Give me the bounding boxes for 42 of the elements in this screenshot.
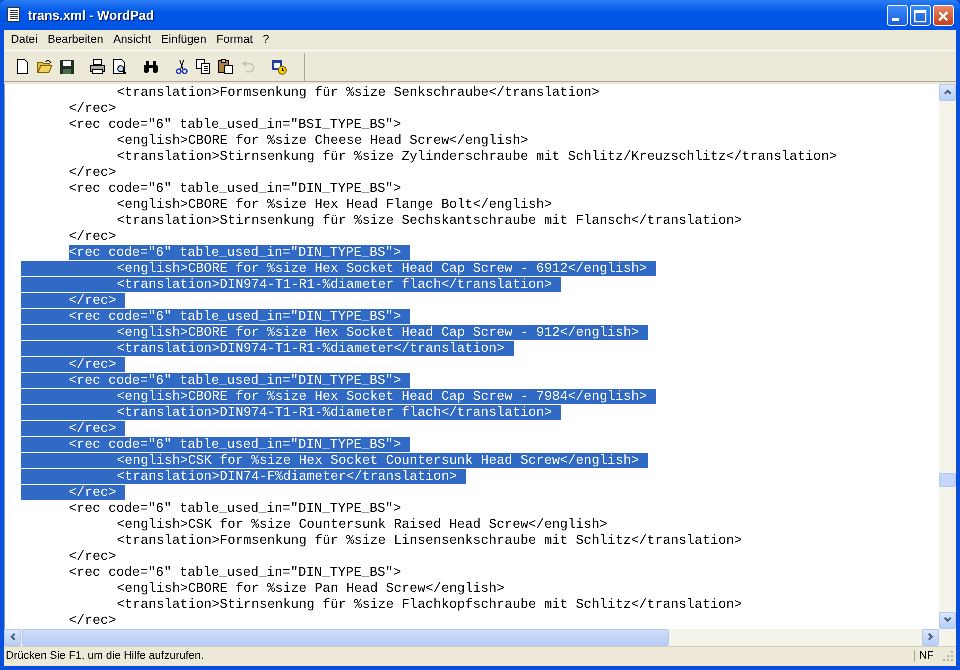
scroll-thumb[interactable] xyxy=(939,472,956,486)
code-line: <english>CBORE for %size Cheese Head Screw</english> xyxy=(117,132,529,148)
code-line: <english>CBORE for %size Pan Head Screw</english> xyxy=(117,580,505,596)
code-line: <rec code="6" table_used_in="DIN_TYPE_BS"> xyxy=(69,564,402,580)
status-message: Drücken Sie F1, um die Hilfe aufzurufen. xyxy=(6,650,204,662)
code-line: <translation>Formsenkung für %size Linsensenkschraube mit Schlitz</translation> xyxy=(117,532,742,548)
resize-grip-icon xyxy=(942,650,954,662)
menu-item[interactable]: Bearbeiten xyxy=(42,34,108,46)
scroll-thumb[interactable] xyxy=(22,628,669,646)
vertical-scrollbar[interactable] xyxy=(939,84,956,628)
code-line: </rec> xyxy=(69,228,116,244)
scroll-left-button[interactable] xyxy=(4,628,21,646)
code-line: <rec code="6" table_used_in="DIN_TYPE_BS"> xyxy=(69,500,402,516)
status-indicator: NF xyxy=(914,650,942,662)
code-line: <translation>Stirnsenkung für %size Zylinderschraube mit Schlitz/Kreuzschlitz</translation> xyxy=(117,148,838,164)
menu-item[interactable]: ? xyxy=(258,34,274,46)
close-button[interactable] xyxy=(933,4,954,26)
menu-item[interactable]: Einfügen xyxy=(156,34,212,46)
scroll-down-button[interactable] xyxy=(939,612,956,628)
code-line: <rec code="6" table_used_in="DIN_TYPE_BS"> xyxy=(69,180,402,196)
code-line: </rec> xyxy=(69,164,116,180)
maximize-button[interactable] xyxy=(910,4,931,26)
horizontal-scrollbar[interactable] xyxy=(4,628,956,646)
scroll-up-button[interactable] xyxy=(939,84,956,100)
code-line: <rec code="6" table_used_in="BSI_TYPE_BS"> xyxy=(69,116,402,132)
menu-item[interactable]: Ansicht xyxy=(108,34,156,46)
text-editor[interactable] xyxy=(4,84,939,628)
code-line: </rec> xyxy=(69,612,116,628)
code-line: <english>CBORE for %size Hex Head Flange Bolt</english> xyxy=(117,196,552,212)
code-line: <translation>Formsenkung für %size Senkschraube</translation> xyxy=(117,84,600,100)
code-line: <translation>Stirnsenkung für %size Flachkopfschraube mit Schlitz</translation> xyxy=(117,596,742,612)
menu-item[interactable]: Datei xyxy=(6,34,43,46)
document-icon xyxy=(6,7,22,23)
minimize-icon xyxy=(892,18,899,20)
menu-item[interactable]: Format xyxy=(212,34,258,46)
code-line: </rec> xyxy=(69,548,116,564)
code-line: <english>CSK for %size Countersunk Raised Head Screw</english> xyxy=(117,516,608,532)
code-line: </rec> xyxy=(69,100,116,116)
scroll-right-button[interactable] xyxy=(922,628,939,646)
code-line: <translation>Stirnsenkung für %size Sechskantschraube mit Flansch</translation> xyxy=(117,212,742,228)
minimize-button[interactable] xyxy=(887,4,908,26)
window-title: trans.xml - WordPad xyxy=(28,8,154,22)
